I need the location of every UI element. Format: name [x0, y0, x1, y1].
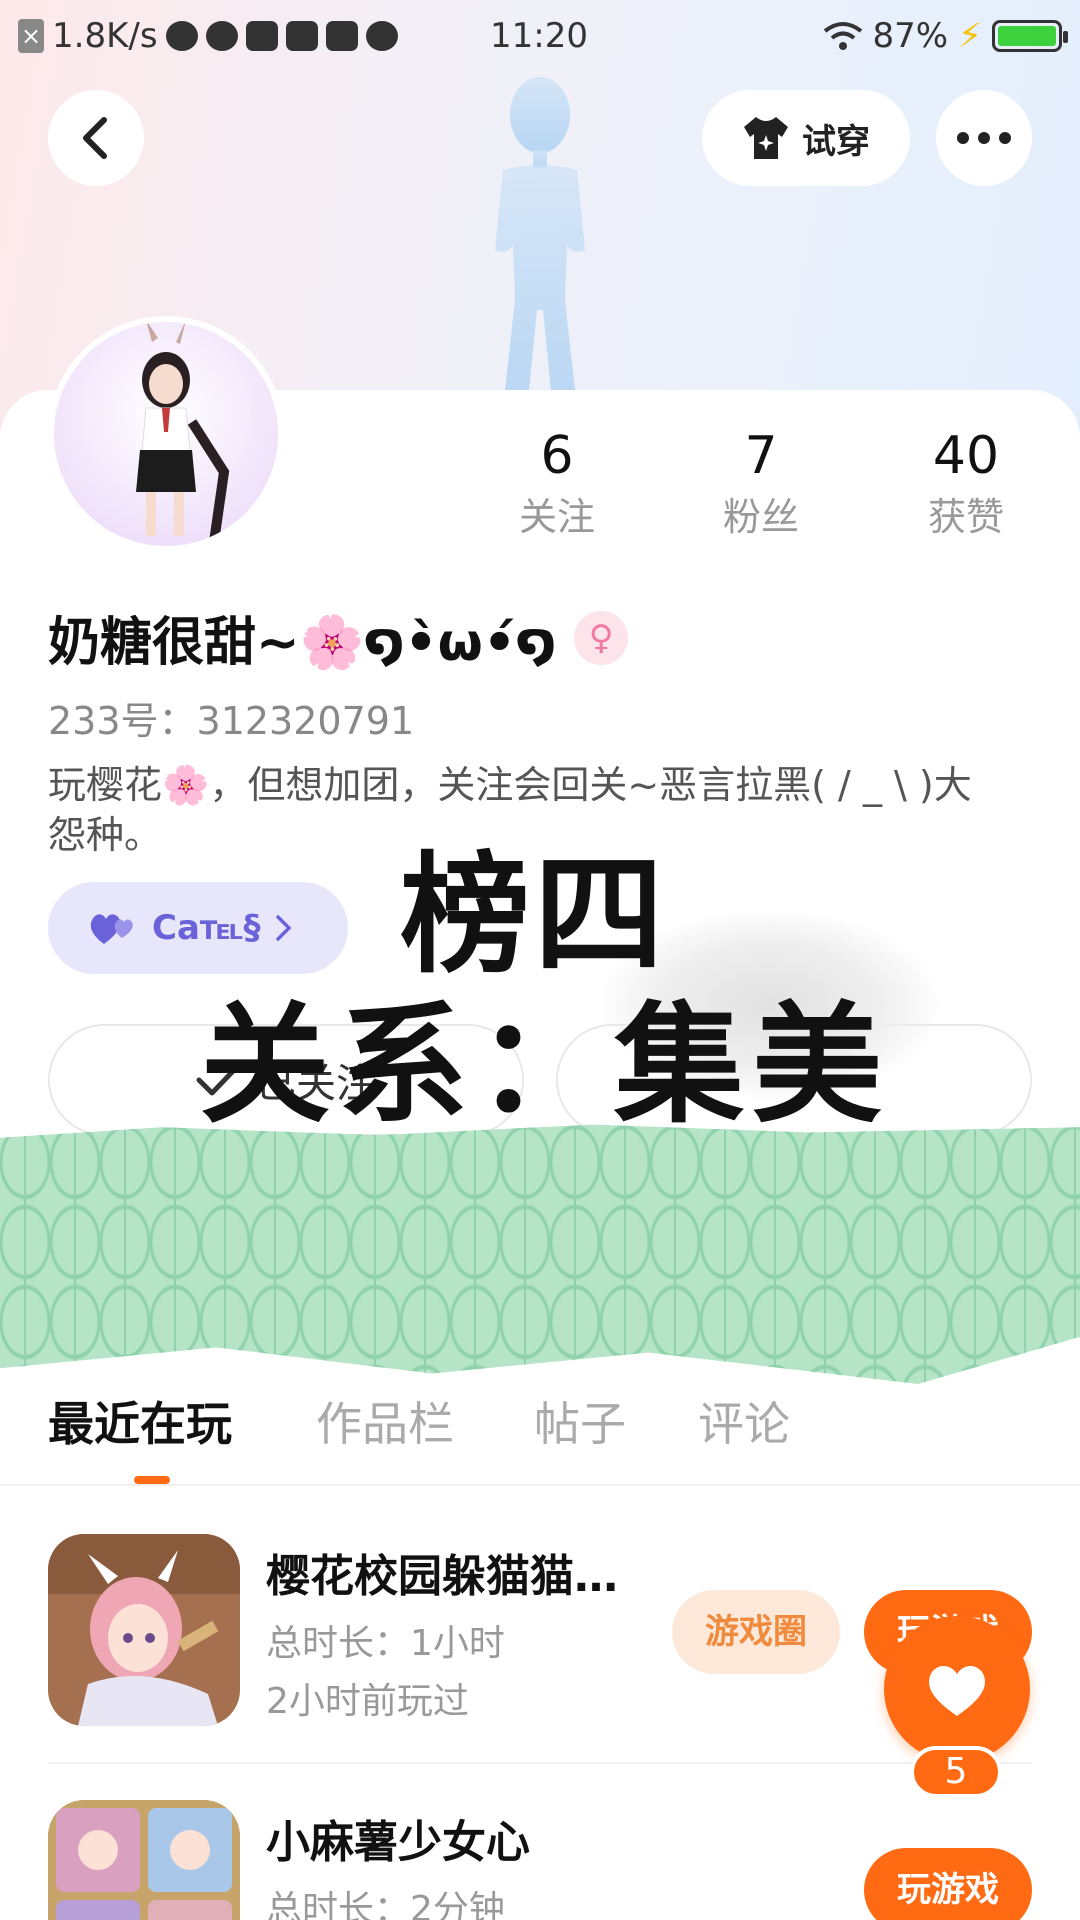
- game-duration: 总时长：2分钟: [266, 1889, 505, 1920]
- like-button[interactable]: [884, 1616, 1030, 1762]
- video-icon: [245, 21, 278, 51]
- stat-likes-value: 40: [932, 426, 1000, 486]
- chevron-right-icon: [276, 915, 292, 941]
- game-last-played: 2小时前玩过: [266, 1681, 469, 1722]
- female-gender-icon: ♀: [574, 610, 629, 665]
- play-game-button[interactable]: 玩游戏: [864, 1848, 1032, 1920]
- stat-following[interactable]: 6 关注: [482, 420, 632, 542]
- stat-fans-label: 粉丝: [722, 495, 799, 539]
- music-icon: [365, 21, 398, 51]
- try-on-label: 试穿: [802, 121, 870, 162]
- avatar-3d-figure: [495, 77, 585, 390]
- stat-following-label: 关注: [518, 495, 595, 539]
- list-divider: [48, 1762, 1032, 1764]
- game-circle-button[interactable]: 游戏圈: [672, 1590, 840, 1674]
- game-icon: [48, 1534, 240, 1726]
- game-duration: 总时长：1小时: [266, 1623, 505, 1664]
- network-speed: 1.8K/s: [52, 16, 158, 56]
- avatar[interactable]: [48, 316, 284, 552]
- stat-likes-label: 获赞: [927, 495, 1004, 539]
- avatar-character-illustration: [136, 322, 230, 543]
- relationship-tag-text: Ca℡§: [152, 908, 261, 948]
- chevron-left-icon: [83, 117, 107, 159]
- tshirt-icon: [744, 117, 788, 159]
- game-title: 小麻薯少女心: [266, 1817, 530, 1868]
- profile-tabs: 最近在玩 作品栏 帖子 评论: [0, 1384, 1080, 1486]
- more-dots-icon: [957, 132, 1011, 144]
- planet-icon: [205, 21, 238, 51]
- overlay-text-relation: 关系：集美: [200, 989, 891, 1141]
- status-bar: × 1.8K/s 11:20 87% ⚡: [0, 0, 1080, 76]
- cloud-icon: [165, 21, 198, 51]
- back-button[interactable]: [48, 90, 144, 186]
- leaf-pattern-sticker: [0, 1124, 1080, 1384]
- charging-icon: ⚡: [958, 16, 982, 56]
- more-options-button[interactable]: [936, 90, 1032, 186]
- heart-icon: [929, 1665, 985, 1716]
- bag-icon: [285, 21, 318, 51]
- game-title: 樱花校园躲猫猫…: [266, 1551, 618, 1602]
- stat-likes[interactable]: 40 获赞: [891, 420, 1041, 542]
- try-on-button[interactable]: 试穿: [702, 90, 910, 186]
- tab-comments[interactable]: 评论: [698, 1388, 790, 1454]
- nickname-row: 奶糖很甜~🌸໑•̀ω•́໑ ♀: [48, 600, 629, 675]
- game-icon: [48, 1800, 240, 1920]
- tab-posts[interactable]: 帖子: [534, 1388, 626, 1454]
- nickname: 奶糖很甜~🌸໑•̀ω•́໑: [48, 613, 557, 673]
- close-notification-icon: ×: [18, 19, 44, 53]
- stat-following-value: 6: [540, 426, 574, 486]
- battery-icon: [992, 20, 1068, 52]
- like-count-badge: 5: [910, 1746, 1002, 1798]
- clock: 11:20: [490, 16, 588, 56]
- play-icon: [325, 21, 358, 51]
- battery-percent: 87%: [872, 16, 949, 56]
- active-tab-indicator: [134, 1476, 170, 1484]
- stat-fans-value: 7: [744, 426, 778, 486]
- tab-recent-play[interactable]: 最近在玩: [48, 1388, 232, 1454]
- tab-works[interactable]: 作品栏: [316, 1388, 454, 1454]
- list-item[interactable]: 小麻薯少女心 总时长：2分钟 玩游戏: [48, 1800, 1032, 1920]
- double-heart-icon: [90, 914, 133, 944]
- user-id[interactable]: 233号：312320791: [48, 690, 414, 745]
- wifi-icon: [823, 22, 862, 50]
- stat-fans[interactable]: 7 粉丝: [686, 420, 836, 542]
